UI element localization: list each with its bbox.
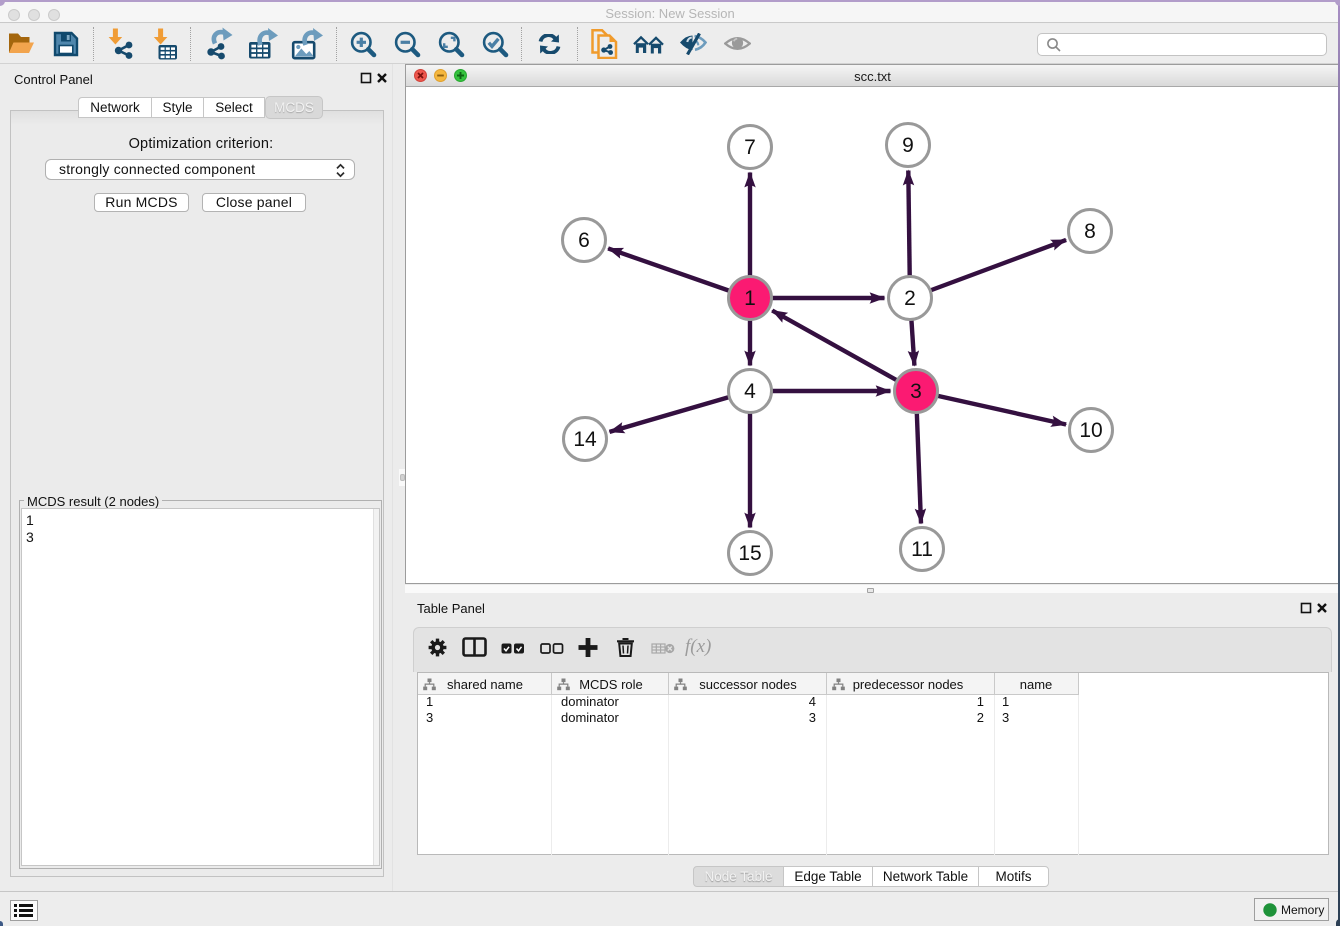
svg-text:2: 2 xyxy=(904,287,916,310)
svg-text:8: 8 xyxy=(1084,220,1096,243)
svg-text:10: 10 xyxy=(1079,419,1102,442)
svg-text:7: 7 xyxy=(744,136,756,159)
svg-text:11: 11 xyxy=(911,538,933,561)
svg-text:3: 3 xyxy=(910,380,922,403)
svg-text:1: 1 xyxy=(744,287,756,310)
svg-text:6: 6 xyxy=(578,229,590,252)
svg-text:4: 4 xyxy=(744,380,756,403)
svg-text:14: 14 xyxy=(573,428,597,451)
svg-text:15: 15 xyxy=(738,542,761,565)
svg-text:9: 9 xyxy=(902,134,914,157)
